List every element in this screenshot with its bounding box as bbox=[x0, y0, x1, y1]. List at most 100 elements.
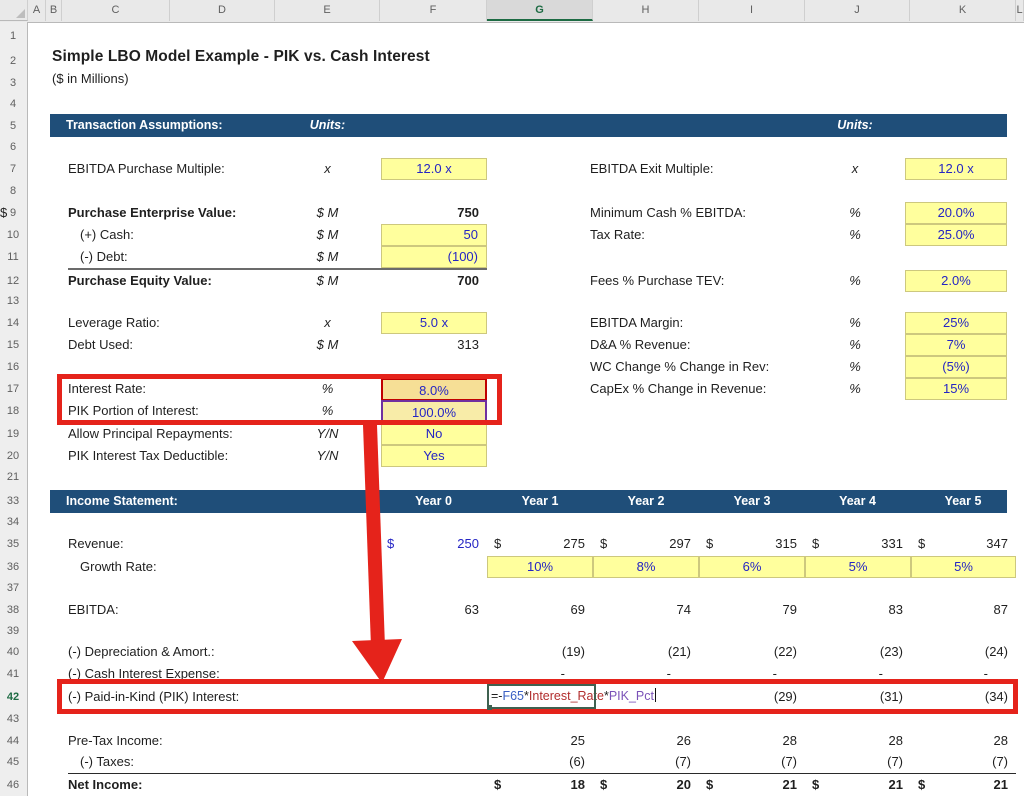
row-header-13[interactable]: 13 bbox=[0, 291, 26, 311]
row-header-5[interactable]: 5 bbox=[0, 116, 26, 136]
input-cell[interactable]: Yes bbox=[381, 445, 487, 467]
value-cell[interactable]: 25 bbox=[487, 730, 593, 752]
value-cell[interactable]: 69 bbox=[487, 599, 593, 621]
value-cell[interactable]: (7) bbox=[699, 751, 805, 773]
input-cell[interactable]: 7% bbox=[905, 334, 1007, 356]
row-header-4[interactable]: 4 bbox=[0, 94, 26, 114]
row-header-37[interactable]: 37 bbox=[0, 578, 26, 598]
select-all-corner[interactable] bbox=[0, 0, 28, 21]
column-header-J[interactable]: J bbox=[805, 0, 910, 21]
value-cell[interactable]: - bbox=[911, 663, 1016, 685]
value-cell[interactable]: 83 bbox=[805, 599, 911, 621]
cell-value: - bbox=[879, 663, 911, 685]
value-cell[interactable]: $21 bbox=[805, 774, 911, 796]
value-cell[interactable]: (23) bbox=[805, 641, 911, 663]
cell-value: 275 bbox=[563, 533, 593, 555]
value-cell[interactable]: $18 bbox=[487, 774, 593, 796]
formula-token: =- bbox=[491, 689, 502, 703]
value-cell[interactable]: (31) bbox=[805, 686, 911, 708]
value-cell[interactable]: - bbox=[805, 663, 911, 685]
input-cell[interactable]: 2.0% bbox=[905, 270, 1007, 292]
currency-symbol: $ bbox=[593, 533, 607, 555]
cell-value: (24) bbox=[985, 641, 1016, 663]
column-header-K[interactable]: K bbox=[910, 0, 1016, 21]
value-cell[interactable]: 28 bbox=[805, 730, 911, 752]
column-header-D[interactable]: D bbox=[170, 0, 275, 21]
value-cell[interactable]: $315 bbox=[699, 533, 805, 555]
unit-label: $ M bbox=[275, 246, 380, 268]
column-header-E[interactable]: E bbox=[275, 0, 380, 21]
value-cell[interactable]: (7) bbox=[805, 751, 911, 773]
value-cell[interactable]: 6% bbox=[699, 556, 805, 578]
value-cell[interactable]: - bbox=[593, 663, 699, 685]
input-cell[interactable]: 25.0% bbox=[905, 224, 1007, 246]
value-cell[interactable]: $275 bbox=[487, 533, 593, 555]
row-header-8[interactable]: 8 bbox=[0, 181, 26, 201]
column-header-C[interactable]: C bbox=[62, 0, 170, 21]
value-cell[interactable]: $297 bbox=[593, 533, 699, 555]
value-cell[interactable]: (19) bbox=[487, 641, 593, 663]
row-header-21[interactable]: 21 bbox=[0, 467, 26, 487]
row-minimum-cash: Minimum Cash % EBITDA: % 20.0% bbox=[0, 202, 1024, 224]
row-header-34[interactable]: 34 bbox=[0, 512, 26, 532]
column-header-I[interactable]: I bbox=[699, 0, 805, 21]
input-cell[interactable]: (5%) bbox=[905, 356, 1007, 378]
row-header-3[interactable]: 3 bbox=[0, 73, 26, 93]
cell-value: 5% bbox=[849, 559, 868, 574]
value-cell[interactable]: $250 bbox=[380, 533, 487, 555]
value-cell[interactable]: 26 bbox=[593, 730, 699, 752]
row-header-33[interactable]: 33 bbox=[0, 491, 26, 511]
value-cell[interactable]: (22) bbox=[699, 641, 805, 663]
value-cell[interactable]: (7) bbox=[911, 751, 1016, 773]
row-header-2[interactable]: 2 bbox=[0, 51, 26, 71]
value-cell[interactable]: $347 bbox=[911, 533, 1016, 555]
value-cell[interactable]: - bbox=[487, 663, 593, 685]
formula-token: F65 bbox=[502, 689, 524, 703]
value-cell[interactable]: (34) bbox=[911, 686, 1016, 708]
cell-value: - bbox=[773, 663, 805, 685]
input-cell[interactable]: (100) bbox=[381, 246, 487, 268]
value-cell[interactable]: 74 bbox=[593, 599, 699, 621]
column-header-A[interactable]: A bbox=[28, 0, 46, 21]
input-cell[interactable]: 15% bbox=[905, 378, 1007, 400]
column-header-F[interactable]: F bbox=[380, 0, 487, 21]
value-cell[interactable]: 79 bbox=[699, 599, 805, 621]
value-cell[interactable]: $20 bbox=[593, 774, 699, 796]
row-label: (-) Depreciation & Amort.: bbox=[68, 641, 215, 663]
row-label: (-) Cash Interest Expense: bbox=[68, 663, 220, 685]
input-cell-pik-pct[interactable]: 100.0% bbox=[381, 400, 487, 423]
value-cell[interactable]: $21 bbox=[699, 774, 805, 796]
value-cell[interactable]: - bbox=[699, 663, 805, 685]
cell-value: (6) bbox=[569, 751, 593, 773]
value-cell[interactable]: (21) bbox=[593, 641, 699, 663]
value-cell[interactable]: 28 bbox=[699, 730, 805, 752]
column-header-H[interactable]: H bbox=[593, 0, 699, 21]
value-cell[interactable]: 63 bbox=[380, 599, 487, 621]
column-header-L[interactable]: L bbox=[1016, 0, 1024, 21]
input-cell[interactable]: No bbox=[381, 423, 487, 445]
value-cell[interactable]: (24) bbox=[911, 641, 1016, 663]
column-header-B[interactable]: B bbox=[46, 0, 62, 21]
input-cell[interactable]: 12.0 x bbox=[905, 158, 1007, 180]
column-header-G[interactable]: G bbox=[487, 0, 593, 21]
input-cell[interactable]: 20.0% bbox=[905, 202, 1007, 224]
value-cell[interactable]: (6) bbox=[487, 751, 593, 773]
row-header-1[interactable]: 1 bbox=[0, 26, 26, 46]
row-header-39[interactable]: 39 bbox=[0, 621, 26, 641]
formula-edit-cell[interactable]: =-F65*Interest_Rate*PIK_Pct bbox=[488, 686, 703, 707]
row-header-43[interactable]: 43 bbox=[0, 709, 26, 729]
value-cell[interactable]: 28 bbox=[911, 730, 1016, 752]
value-cell[interactable]: (29) bbox=[699, 686, 805, 708]
value-cell[interactable]: $331 bbox=[805, 533, 911, 555]
value-cell[interactable]: 10% bbox=[487, 556, 593, 578]
value-cell[interactable]: $21 bbox=[911, 774, 1016, 796]
cell-value: 10% bbox=[527, 559, 553, 574]
value-cell[interactable]: (7) bbox=[593, 751, 699, 773]
input-cell[interactable]: 25% bbox=[905, 312, 1007, 334]
row-header-6[interactable]: 6 bbox=[0, 137, 26, 157]
value-cell[interactable]: 87 bbox=[911, 599, 1016, 621]
value-cell[interactable]: 5% bbox=[911, 556, 1016, 578]
value-cell[interactable]: 5% bbox=[805, 556, 911, 578]
row-da-pct-revenue: D&A % Revenue: % 7% bbox=[0, 334, 1024, 356]
value-cell[interactable]: 8% bbox=[593, 556, 699, 578]
